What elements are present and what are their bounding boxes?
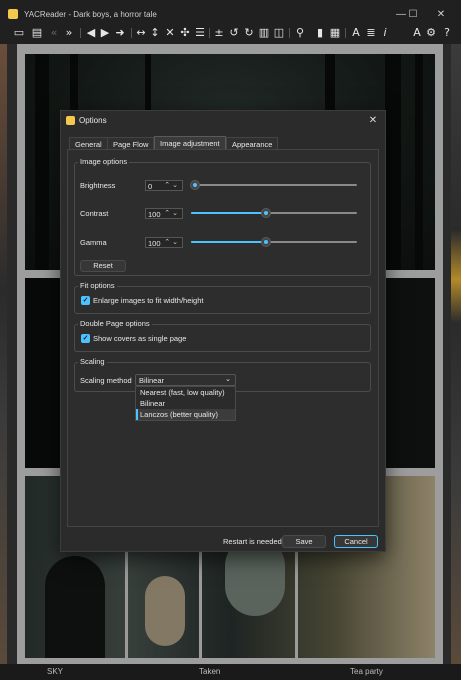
show-bookmarks-icon[interactable]: ▦ — [328, 26, 342, 40]
forward-icon[interactable]: » — [62, 26, 76, 40]
toolbar-divider — [345, 28, 346, 38]
window-title: YACReader - Dark boys, a horror tale — [24, 10, 157, 19]
double-page-options-group: Double Page options ✓ Show covers as sin… — [74, 319, 371, 352]
bookmark-icon[interactable]: ▮ — [313, 26, 327, 40]
app-icon — [66, 116, 75, 125]
brightness-spinbox[interactable]: 0 ⌃⌄ — [145, 180, 183, 191]
page-label[interactable]: Tea party — [350, 667, 383, 676]
scaling-dropdown: Nearest (fast, low quality) Bilinear Lan… — [135, 386, 236, 421]
tab-content: Image options Brightness 0 ⌃⌄ Contrast 10… — [67, 149, 379, 527]
brightness-slider[interactable] — [191, 180, 357, 190]
settings-icon[interactable]: ⚙ — [424, 26, 438, 40]
chevron-down-icon: ⌄ — [225, 376, 231, 383]
next-page-icon[interactable]: ▶ — [98, 26, 112, 40]
gamma-spinbox[interactable]: 100 ⌃⌄ — [145, 237, 183, 248]
toolbar-divider — [131, 28, 132, 38]
contrast-label: Contrast — [80, 209, 109, 218]
dialog-title: Options — [79, 116, 107, 125]
gamma-slider[interactable] — [191, 237, 357, 247]
restart-note: Restart is needed — [223, 537, 282, 546]
reset-button[interactable]: Reset — [80, 260, 126, 272]
font-icon[interactable]: A — [410, 26, 424, 40]
scaling-option[interactable]: Bilinear — [136, 398, 235, 409]
close-button[interactable]: ✕ — [431, 7, 451, 23]
goto-icon[interactable]: ➜ — [113, 26, 127, 40]
cancel-button[interactable]: Cancel — [334, 535, 378, 548]
zoom-plus-minus-icon[interactable]: ± — [212, 26, 226, 40]
scaling-option[interactable]: Lanczos (better quality) — [136, 409, 235, 420]
dialog-title-bar: Options ✕ — [61, 111, 385, 131]
maximize-button[interactable]: ☐ — [403, 7, 423, 23]
translator-icon[interactable]: A — [349, 26, 363, 40]
enlarge-checkbox[interactable]: ✓ — [81, 296, 90, 305]
rotate-left-icon[interactable]: ↺ — [227, 26, 241, 40]
open-icon[interactable]: ▭ — [12, 26, 26, 40]
scaling-method-label: Scaling method — [80, 376, 132, 385]
toolbar-divider — [80, 28, 81, 38]
fit-height-icon[interactable]: ↕ — [148, 26, 162, 40]
scaling-method-select[interactable]: Bilinear ⌄ — [135, 374, 236, 386]
fit-page-icon[interactable]: ✕ — [163, 26, 177, 40]
covers-checkbox[interactable]: ✓ — [81, 334, 90, 343]
open-folder-icon[interactable]: ▤ — [30, 26, 44, 40]
app-icon — [8, 9, 18, 19]
toolbar-divider — [289, 28, 290, 38]
toolbar: ▭ ▤ « » ◀ ▶ ➜ ↔ ↕ ✕ ✣ ☰ ± ↺ ↻ ▥ ◫ ⚲ ▮ ▦ … — [0, 22, 461, 44]
prev-page-icon[interactable]: ◀ — [84, 26, 98, 40]
group-title: Image options — [78, 157, 130, 166]
scaling-option[interactable]: Nearest (fast, low quality) — [136, 387, 235, 398]
save-button[interactable]: Save — [282, 535, 326, 548]
gamma-label: Gamma — [80, 238, 107, 247]
rotate-right-icon[interactable]: ↻ — [242, 26, 256, 40]
magnifier-icon[interactable]: ⚲ — [293, 26, 307, 40]
right-page-edge — [451, 44, 461, 664]
options-dialog: Options ✕ General Page Flow Image adjust… — [60, 110, 386, 552]
left-page-edge — [0, 44, 7, 664]
brightness-label: Brightness — [80, 181, 116, 190]
fit-width-icon[interactable]: ↔ — [134, 26, 148, 40]
tab-image-adjustment[interactable]: Image adjustment — [154, 136, 226, 150]
info-icon[interactable]: i — [378, 26, 392, 40]
covers-label: Show covers as single page — [93, 334, 187, 343]
group-title: Scaling — [78, 357, 107, 366]
fit-options-group: Fit options ✓ Enlarge images to fit widt… — [74, 281, 371, 314]
page-label[interactable]: Taken — [199, 667, 220, 676]
page-label[interactable]: SKY — [47, 667, 63, 676]
toolbar-divider — [209, 28, 210, 38]
contrast-spinbox[interactable]: 100 ⌃⌄ — [145, 208, 183, 219]
contrast-slider[interactable] — [191, 208, 357, 218]
zoom-icon[interactable]: ☰ — [193, 26, 207, 40]
dialog-close-button[interactable]: ✕ — [365, 113, 381, 129]
help-icon[interactable]: ? — [440, 26, 454, 40]
image-options-group: Image options Brightness 0 ⌃⌄ Contrast 10… — [74, 157, 371, 276]
enlarge-label: Enlarge images to fit width/height — [93, 296, 204, 305]
reset-zoom-icon[interactable]: ✣ — [178, 26, 192, 40]
group-title: Fit options — [78, 281, 117, 290]
manga-icon[interactable]: ◫ — [272, 26, 286, 40]
main-window: YACReader - Dark boys, a horror tale — ☐… — [0, 0, 461, 680]
double-page-icon[interactable]: ▥ — [257, 26, 271, 40]
translate-list-icon[interactable]: ≣ — [364, 26, 378, 40]
group-title: Double Page options — [78, 319, 152, 328]
bottom-bar: SKY Taken Tea party — [0, 664, 461, 680]
back-icon[interactable]: « — [47, 26, 61, 40]
